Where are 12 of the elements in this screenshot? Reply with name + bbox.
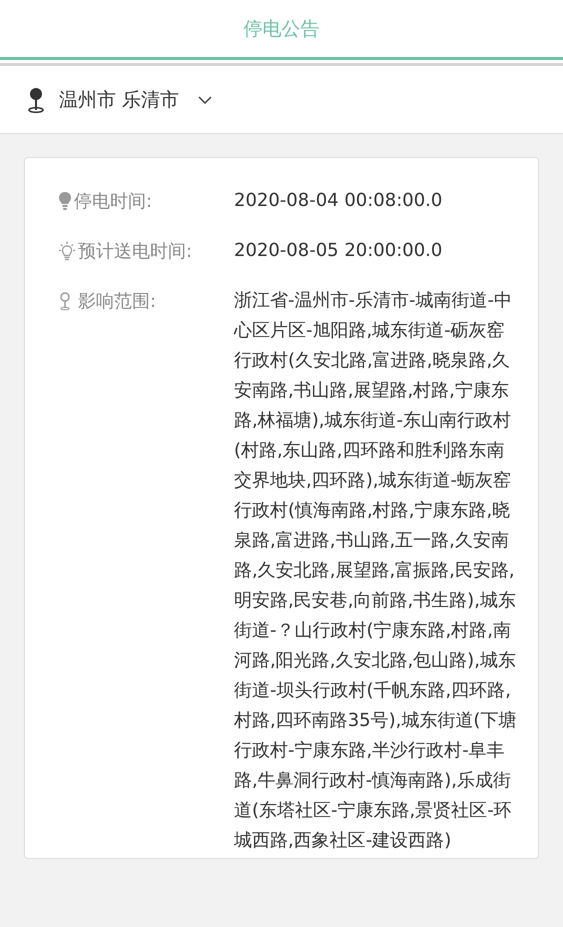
bulb-outline-icon [58,241,76,261]
field-value: 浙江省-温州市-乐清市-城南街道-中心区片区-旭阳路,城东街道-砺灰窑行政村(久安北路,富进路,晓泉路,久安南路,书山路,展望路,村路,宁康东路,林福塘),城东街道-东山南行政村(村路,东山路,四环路和胜利路东南交界地块,四环路),城东街道-蛎灰窑行政村(慎海南路,村路,宁康东路,晓泉路,富进路,书山路,五一路,久安南路,久安北路,展望路,富振路,民安路,明安路,民安巷,向前路,书生路),城东街道-？山行政村(宁康东路,村路,南河路,阳光路,久安北路,包山路),城东街道-坝头行政村(千帆东路,四环路,村路,四环南路35号),城东街道(下塘行政村-宁康东路,半沙行政村-阜丰路,牛鼻洞行政村-慎海南路),乐成街道(东塔社区-宁康东路,景贤社区-环城西路,西象社区-建设西路) [234,289,518,853]
field-label: 影响范围: [78,290,156,313]
bulb-icon [58,191,72,211]
field-value: 2020-08-04 00:08:00.0 [234,189,444,213]
field-label: 停电时间: [74,190,152,213]
caret-down-icon [197,94,214,106]
city-selector[interactable]: 温州市 乐清市 [27,86,214,112]
field-value: 2020-08-05 20:00:00.0 [234,239,444,263]
page-title: 停电公告 [244,16,320,42]
field-label: 预计送电时间: [78,240,192,263]
location-pin-icon [27,86,45,112]
